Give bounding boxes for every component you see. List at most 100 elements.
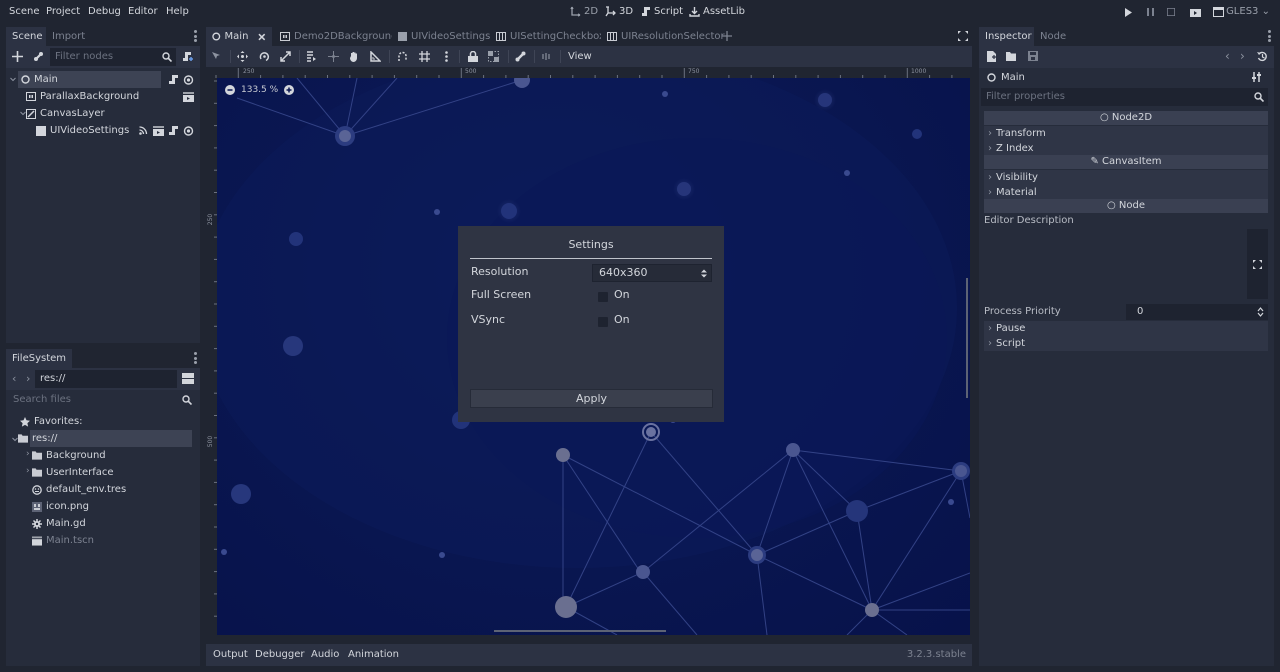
instance-icon[interactable] [183,91,194,102]
bottom-tab-audio[interactable]: Audio [311,649,339,660]
distraction-free-icon[interactable] [958,31,968,41]
snap-options-button[interactable] [440,50,453,63]
tree-item-parallaxbackground[interactable]: ParallaxBackground [26,88,139,105]
workspace-2d-button[interactable]: 2D [570,6,598,17]
snap-button[interactable] [396,50,409,63]
skeleton-button[interactable] [540,50,553,63]
rotate-tool-button[interactable] [258,50,271,63]
workspace-assetlib-button[interactable]: AssetLib [689,6,745,17]
filter-nodes-input[interactable]: Filter nodes [50,48,176,66]
forward-icon[interactable]: › [26,372,30,385]
pan-tool-button[interactable] [348,50,361,63]
stop-button[interactable] [1165,6,1177,18]
group-z-index[interactable]: Z Index [984,141,1268,156]
play-scene-button[interactable] [1189,6,1201,18]
tree-item-canvaslayer[interactable]: CanvasLayer [26,105,105,122]
vsync-option[interactable]: On [614,313,630,326]
history-back-icon[interactable]: ‹ [1225,49,1230,63]
renderer-selector[interactable]: GLES3 ⌄ [1226,6,1270,17]
select-tool-button[interactable] [210,50,223,63]
group-material[interactable]: Material [984,185,1268,200]
workspace-3d-button[interactable]: 3D [605,6,633,17]
zoom-in-icon[interactable] [284,85,295,95]
collapse-arrow-icon[interactable] [20,111,26,116]
tab-node[interactable]: Node [1034,27,1073,46]
apply-button[interactable]: Apply [470,389,713,408]
scene-tab-demo2dbackground[interactable]: Demo2DBackground [274,27,404,46]
vsync-checkbox[interactable] [598,317,608,327]
view-menu[interactable]: View [568,51,592,62]
close-icon[interactable] [258,33,266,41]
group-pause[interactable]: Pause [984,321,1268,336]
filesystem-dock-menu-icon[interactable] [194,352,197,364]
bottom-tab-debugger[interactable]: Debugger [255,649,305,660]
collapse-arrow-icon[interactable] [10,77,16,82]
script-icon[interactable] [169,74,178,85]
search-files-input[interactable]: Search files [8,391,196,409]
horizontal-scrollbar[interactable] [494,630,666,632]
tab-filesystem[interactable]: FileSystem [6,349,73,368]
resolution-select[interactable]: 640x360 [592,264,712,282]
menu-debug[interactable]: Debug [88,6,121,17]
add-node-icon[interactable] [12,51,23,62]
lock-button[interactable] [466,50,479,63]
history-icon[interactable] [1257,51,1268,62]
group-visibility[interactable]: Visibility [984,170,1268,185]
group-button[interactable] [487,50,500,63]
file-item-userinterface[interactable]: UserInterface [32,464,114,481]
group-transform[interactable]: Transform [984,126,1268,141]
visibility-icon[interactable] [183,74,194,85]
menu-project[interactable]: Project [46,6,80,17]
zoom-out-icon[interactable] [225,85,235,95]
file-item-icon-png[interactable]: icon.png [32,498,89,515]
visibility-icon[interactable] [183,125,194,136]
editor-description-textarea[interactable] [984,229,1246,299]
pivot-button[interactable] [327,50,340,63]
grid-snap-button[interactable] [418,50,431,63]
tree-item-main[interactable]: Main [18,71,161,88]
script-icon[interactable] [169,125,178,136]
history-forward-icon[interactable]: › [1240,49,1245,63]
expand-arrow-icon[interactable]: › [26,449,30,459]
bottom-tab-animation[interactable]: Animation [348,649,399,660]
pause-button[interactable] [1144,6,1156,18]
play-custom-scene-button[interactable] [1212,6,1224,18]
group-script[interactable]: Script [984,336,1268,351]
scale-tool-button[interactable] [279,50,292,63]
workspace-script-button[interactable]: Script [641,6,683,17]
menu-scene[interactable]: Scene [9,6,40,17]
new-resource-icon[interactable] [987,51,997,62]
play-button[interactable] [1122,6,1134,18]
split-view-icon[interactable] [182,373,194,384]
open-folder-icon[interactable] [1006,51,1017,61]
instance-icon[interactable] [153,125,164,136]
object-properties-icon[interactable] [1252,72,1262,82]
inspector-menu-icon[interactable] [1268,30,1271,42]
bone-button[interactable] [514,50,527,63]
path-input[interactable]: res:// [35,370,177,388]
signal-icon[interactable] [139,126,148,135]
ruler-tool-button[interactable] [369,50,382,63]
scene-tab-uiresolutionselector[interactable]: UIResolutionSelector [601,27,731,46]
scene-dock-menu-icon[interactable] [194,30,197,42]
tab-scene[interactable]: Scene [6,27,49,46]
scene-tab-uivideosettings[interactable]: UIVideoSettings [392,27,497,46]
save-icon[interactable] [1028,51,1038,61]
expand-textarea-button[interactable] [1247,229,1268,299]
link-icon[interactable] [33,51,44,62]
menu-editor[interactable]: Editor [128,6,158,17]
attach-script-icon[interactable] [182,51,193,62]
bottom-tab-output[interactable]: Output [213,649,248,660]
list-select-button[interactable] [305,50,318,63]
scene-tab-uisettingcheckbox[interactable]: UISettingCheckbox [490,27,611,46]
scene-tab-main[interactable]: Main [206,27,272,46]
file-item-background[interactable]: Background [32,447,106,464]
filter-properties-input[interactable]: Filter properties [981,88,1268,106]
tab-import[interactable]: Import [46,27,92,46]
process-priority-spinbox[interactable]: 0 [1126,304,1268,320]
fullscreen-checkbox[interactable] [598,292,608,302]
vertical-scrollbar[interactable] [966,278,968,398]
file-item-default-env[interactable]: default_env.tres [32,481,126,498]
move-tool-button[interactable] [236,50,249,63]
expand-arrow-icon[interactable]: › [26,466,30,476]
